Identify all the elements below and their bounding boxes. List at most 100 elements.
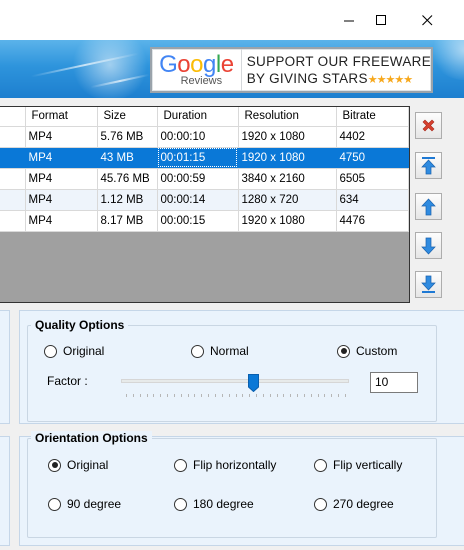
- radio-label: Normal: [210, 344, 249, 358]
- radio-label: Original: [67, 458, 109, 472]
- cell-name: [0, 147, 26, 169]
- column-header-size[interactable]: Size: [97, 107, 158, 127]
- maximize-icon: [375, 14, 386, 25]
- radio-label: 270 degree: [333, 497, 394, 511]
- left-panel-upper: [0, 310, 10, 424]
- cell-resolution: 1920 x 1080: [238, 126, 337, 148]
- cell-size: 43 MB: [97, 147, 158, 169]
- header-banner: Google Reviews SUPPORT OUR FREEWARE BY G…: [0, 40, 464, 98]
- factor-slider-thumb[interactable]: [247, 374, 259, 392]
- radio-label: Original: [63, 344, 105, 358]
- radio-indicator: [48, 497, 61, 511]
- cell-resolution: 1280 x 720: [238, 189, 337, 211]
- orientation-180-radio[interactable]: 180 degree: [174, 497, 254, 511]
- title-bar: [0, 0, 464, 40]
- radio-indicator: [314, 497, 327, 511]
- cell-format: MP4: [25, 147, 98, 169]
- cell-size: 45.76 MB: [97, 168, 158, 190]
- orientation-flip-horizontal-radio[interactable]: Flip horizontally: [174, 458, 276, 472]
- orientation-options-title: Orientation Options: [31, 431, 152, 445]
- radio-indicator: [191, 344, 204, 358]
- badge-line-2-text: BY GIVING STARS: [246, 71, 368, 86]
- radio-label: 180 degree: [193, 497, 254, 511]
- delete-icon: [422, 119, 435, 132]
- google-reviews-logo: Google Reviews: [152, 49, 242, 91]
- column-header-duration[interactable]: Duration: [157, 107, 239, 127]
- cell-bitrate: 4476: [336, 210, 409, 232]
- banner-glow: [70, 40, 150, 98]
- file-table-grid: Format Size Duration Resolution Bitrate …: [0, 107, 409, 232]
- orientation-flip-vertical-radio[interactable]: Flip vertically: [314, 458, 402, 472]
- cell-bitrate: 6505: [336, 168, 409, 190]
- badge-line-1: SUPPORT OUR FREEWARE: [246, 54, 431, 69]
- table-row[interactable]: MP4 5.76 MB 00:00:10 1920 x 1080 4402: [0, 126, 409, 148]
- cell-resolution: 3840 x 2160: [238, 168, 337, 190]
- quality-normal-radio[interactable]: Normal: [191, 344, 249, 358]
- orientation-options-group: [27, 438, 437, 538]
- radio-indicator: [44, 344, 57, 358]
- cell-format: MP4: [25, 126, 98, 148]
- table-row[interactable]: MP4 1.12 MB 00:00:14 1280 x 720 634: [0, 189, 409, 211]
- close-button[interactable]: [404, 0, 450, 40]
- orientation-original-radio[interactable]: Original: [48, 458, 108, 472]
- factor-slider-ticks: [126, 394, 346, 398]
- move-down-button[interactable]: [415, 232, 442, 259]
- move-down-icon: [421, 237, 436, 255]
- column-header-name[interactable]: [0, 107, 26, 127]
- factor-input[interactable]: 10: [370, 372, 418, 393]
- minimize-icon: [343, 20, 354, 21]
- factor-slider-track[interactable]: [121, 379, 349, 383]
- banner-glow: [430, 40, 464, 80]
- radio-indicator: [174, 497, 187, 511]
- table-header-row: Format Size Duration Resolution Bitrate: [0, 107, 409, 127]
- remove-button[interactable]: [415, 112, 442, 139]
- cell-resolution: 1920 x 1080: [238, 147, 337, 169]
- left-panel-lower: [0, 436, 10, 546]
- cell-bitrate: 4402: [336, 126, 409, 148]
- orientation-270-radio[interactable]: 270 degree: [314, 497, 394, 511]
- google-reviews-badge[interactable]: Google Reviews SUPPORT OUR FREEWARE BY G…: [150, 47, 433, 93]
- column-header-format[interactable]: Format: [25, 107, 98, 127]
- cell-bitrate: 634: [336, 189, 409, 211]
- radio-label: Flip vertically: [333, 458, 403, 472]
- move-up-icon: [421, 197, 436, 215]
- radio-indicator: [174, 458, 187, 472]
- orientation-90-radio[interactable]: 90 degree: [48, 497, 121, 511]
- google-reviews-sub: Reviews: [180, 75, 223, 87]
- cell-duration: 00:00:59: [157, 168, 239, 190]
- stars-icon: ★★★★★: [367, 74, 413, 86]
- column-header-bitrate[interactable]: Bitrate: [336, 107, 409, 127]
- quality-options-title: Quality Options: [31, 318, 129, 332]
- table-row-selected[interactable]: MP4 43 MB 00:01:15 1920 x 1080 4750: [0, 147, 409, 169]
- cell-name: [0, 189, 26, 211]
- quality-original-radio[interactable]: Original: [44, 344, 104, 358]
- table-row[interactable]: MP4 45.76 MB 00:00:59 3840 x 2160 6505: [0, 168, 409, 190]
- file-table[interactable]: Format Size Duration Resolution Bitrate …: [0, 106, 410, 303]
- table-row[interactable]: MP4 8.17 MB 00:00:15 1920 x 1080 4476: [0, 210, 409, 232]
- factor-label: Factor :: [47, 374, 88, 388]
- cell-name: [0, 210, 26, 232]
- move-to-bottom-button[interactable]: [415, 271, 442, 298]
- move-top-icon: [421, 157, 436, 175]
- cell-format: MP4: [25, 168, 98, 190]
- cell-name: [0, 168, 26, 190]
- badge-line-2: BY GIVING STARS★★★★★: [247, 70, 431, 89]
- cell-format: MP4: [25, 189, 98, 211]
- close-icon: [421, 14, 432, 25]
- cell-size: 1.12 MB: [97, 189, 158, 211]
- cell-duration: 00:00:14: [157, 189, 239, 211]
- quality-custom-radio[interactable]: Custom: [337, 344, 397, 358]
- radio-indicator: [314, 458, 327, 472]
- radio-indicator-selected: [337, 344, 350, 358]
- radio-indicator-selected: [48, 458, 61, 472]
- cell-format: MP4: [25, 210, 98, 232]
- cell-name: [0, 126, 26, 148]
- badge-text: SUPPORT OUR FREEWARE BY GIVING STARS★★★★…: [242, 49, 431, 91]
- move-up-button[interactable]: [415, 193, 442, 220]
- maximize-button[interactable]: [358, 0, 404, 40]
- column-header-resolution[interactable]: Resolution: [238, 107, 337, 127]
- radio-label: Flip horizontally: [193, 458, 277, 472]
- cell-size: 8.17 MB: [97, 210, 158, 232]
- move-to-top-button[interactable]: [415, 152, 442, 179]
- radio-label: 90 degree: [67, 497, 122, 511]
